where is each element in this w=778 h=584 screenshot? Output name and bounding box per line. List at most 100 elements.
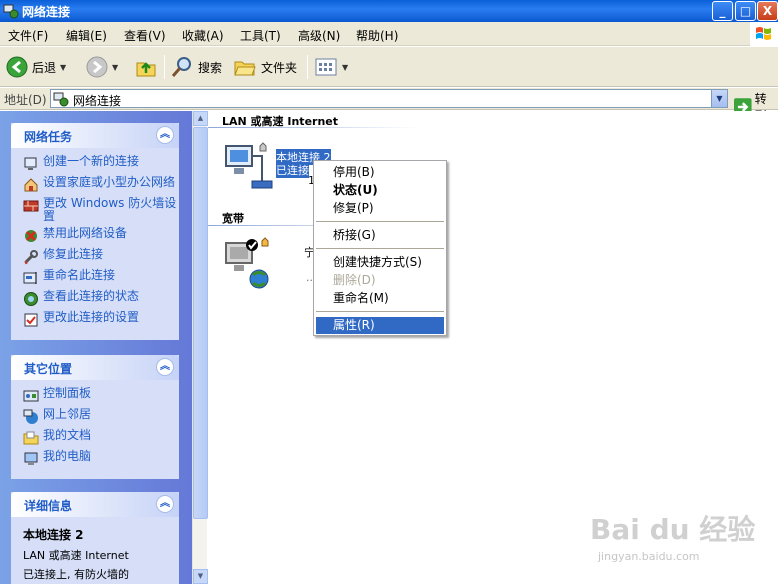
task-create-connection[interactable]: 创建一个新的连接 bbox=[23, 155, 179, 172]
menu-rename[interactable]: 重命名(M) bbox=[316, 290, 444, 307]
details-name: 本地连接 2 bbox=[23, 528, 84, 542]
search-icon bbox=[171, 57, 191, 77]
firewall-icon bbox=[23, 200, 39, 212]
address-label: 地址(D) bbox=[4, 93, 47, 107]
baidu-watermark: Bai du 经验 jingyan.baidu.com bbox=[590, 502, 772, 574]
menu-repair[interactable]: 修复(P) bbox=[316, 200, 444, 217]
control-panel-icon bbox=[23, 390, 39, 402]
place-network-neighborhood[interactable]: 网上邻居 bbox=[23, 408, 179, 425]
details-header[interactable]: 详细信息 ︽ bbox=[11, 492, 179, 517]
address-dropdown-icon[interactable]: ▼ bbox=[711, 90, 727, 107]
new-connection-icon bbox=[24, 157, 37, 170]
task-repair-connection[interactable]: 修复此连接 bbox=[23, 248, 179, 265]
watermark-url: jingyan.baidu.com bbox=[598, 550, 700, 563]
menu-delete: 删除(D) bbox=[333, 273, 376, 287]
group-divider bbox=[208, 127, 418, 128]
status-icon bbox=[24, 292, 38, 306]
task-rename-connection[interactable]: 重命名此连接 bbox=[23, 269, 179, 286]
forward-dropdown-icon[interactable]: ▼ bbox=[112, 63, 118, 72]
details-type: LAN 或高速 Internet bbox=[23, 549, 129, 562]
menu-bar: 文件(F) 编辑(E) 查看(V) 收藏(A) 工具(T) 高级(N) 帮助(H… bbox=[0, 22, 778, 46]
task-disable-device[interactable]: 禁用此网络设备 bbox=[23, 227, 179, 244]
group-broadband-header: 宽带 bbox=[222, 212, 244, 225]
folders-icon bbox=[234, 61, 256, 76]
toolbar-separator bbox=[307, 55, 308, 79]
search-button[interactable]: 搜索 bbox=[170, 53, 222, 81]
task-change-settings[interactable]: 更改此连接的设置 bbox=[23, 311, 179, 328]
menu-favorites[interactable]: 收藏(A) bbox=[182, 27, 224, 44]
connection-status-label: 已连接 bbox=[276, 162, 309, 178]
disable-device-icon bbox=[25, 230, 37, 242]
window-title: 网络连接 bbox=[22, 5, 71, 19]
menu-help[interactable]: 帮助(H) bbox=[356, 27, 398, 44]
views-dropdown-icon[interactable]: ▼ bbox=[342, 63, 348, 72]
views-icon bbox=[315, 58, 337, 76]
menu-separator bbox=[316, 248, 444, 249]
task-setup-home-network[interactable]: 设置家庭或小型办公网络 bbox=[23, 176, 179, 193]
network-connections-icon bbox=[3, 4, 19, 19]
details-panel: 详细信息 ︽ 本地连接 2 LAN 或高速 Internet 已连接上, 有防火… bbox=[11, 492, 179, 584]
address-bar: 地址(D) 网络连接 ▼ 转到 bbox=[0, 88, 778, 123]
menu-properties[interactable]: 属性(R) bbox=[316, 317, 444, 334]
menu-separator bbox=[316, 311, 444, 312]
back-button[interactable]: 后退 ▼ bbox=[6, 53, 66, 81]
task-pane: 网络任务 ︽ 创建一个新的连接 设置家庭或小型办公网络 更改 Windows 防… bbox=[0, 111, 207, 584]
task-pane-scrollbar[interactable]: ▲ ▼ bbox=[192, 111, 208, 584]
collapse-icon[interactable]: ︽ bbox=[156, 358, 174, 376]
toolbar: 后退 ▼ ▼ 搜索 文件夹 ▼ bbox=[0, 47, 778, 87]
network-connections-icon bbox=[53, 92, 69, 107]
settings-check-icon bbox=[24, 313, 38, 327]
network-tasks-header[interactable]: 网络任务 ︽ bbox=[11, 123, 179, 148]
address-input[interactable]: 网络连接 ▼ bbox=[50, 89, 728, 108]
address-value: 网络连接 bbox=[73, 94, 122, 108]
my-documents-icon bbox=[23, 431, 39, 445]
title-bar: 网络连接 _ □ X bbox=[0, 0, 778, 22]
task-firewall-settings[interactable]: 更改 Windows 防火墙设置 bbox=[23, 197, 179, 223]
menu-status[interactable]: 状态(U) bbox=[316, 182, 444, 199]
menu-advanced[interactable]: 高级(N) bbox=[298, 27, 340, 44]
menu-tools[interactable]: 工具(T) bbox=[240, 27, 281, 44]
forward-button[interactable]: ▼ bbox=[86, 53, 118, 81]
forward-arrow-icon bbox=[86, 56, 108, 78]
other-places-header[interactable]: 其它位置 ︽ bbox=[11, 355, 179, 380]
network-tasks-panel: 网络任务 ︽ 创建一个新的连接 设置家庭或小型办公网络 更改 Windows 防… bbox=[11, 123, 179, 340]
close-button[interactable]: X bbox=[757, 1, 778, 21]
watermark-logo: Bai du 经验 bbox=[590, 513, 756, 546]
menu-separator bbox=[316, 221, 444, 222]
maximize-button[interactable]: □ bbox=[735, 1, 756, 21]
folders-button[interactable]: 文件夹 bbox=[233, 53, 297, 81]
up-folder-button[interactable] bbox=[134, 53, 158, 81]
other-places-panel: 其它位置 ︽ 控制面板 网上邻居 我的文档 我的电脑 bbox=[11, 355, 179, 479]
broadband-connection-icon[interactable] bbox=[222, 237, 274, 289]
collapse-icon[interactable]: ︽ bbox=[156, 126, 174, 144]
place-my-documents[interactable]: 我的文档 bbox=[23, 429, 179, 446]
toolbar-separator bbox=[164, 55, 165, 79]
network-neighborhood-icon bbox=[23, 409, 38, 424]
collapse-icon[interactable]: ︽ bbox=[156, 495, 174, 513]
back-dropdown-icon[interactable]: ▼ bbox=[60, 63, 66, 72]
menu-file[interactable]: 文件(F) bbox=[8, 27, 48, 44]
broadband-status-fragment: ·· bbox=[306, 274, 313, 287]
minimize-button[interactable]: _ bbox=[712, 1, 733, 21]
menu-bridge[interactable]: 桥接(G) bbox=[316, 227, 444, 244]
back-arrow-icon bbox=[6, 56, 28, 78]
menu-create-shortcut[interactable]: 创建快捷方式(S) bbox=[316, 254, 444, 271]
rename-icon bbox=[23, 272, 37, 284]
details-status: 已连接上, 有防火墙的 bbox=[23, 568, 129, 581]
menu-edit[interactable]: 编辑(E) bbox=[66, 27, 107, 44]
views-button[interactable]: ▼ bbox=[314, 53, 348, 81]
scroll-thumb[interactable] bbox=[193, 127, 208, 519]
menu-disable[interactable]: 停用(B) bbox=[316, 164, 444, 181]
context-menu: 停用(B) 状态(U) 修复(P) 桥接(G) 创建快捷方式(S) 删除(D) … bbox=[313, 160, 447, 336]
task-view-status[interactable]: 查看此连接的状态 bbox=[23, 290, 179, 307]
menu-view[interactable]: 查看(V) bbox=[124, 27, 166, 44]
place-my-computer[interactable]: 我的电脑 bbox=[23, 450, 179, 467]
repair-wrench-icon bbox=[24, 250, 38, 265]
home-network-icon bbox=[24, 178, 38, 192]
lan-connection-icon[interactable] bbox=[222, 142, 274, 194]
my-computer-icon bbox=[24, 452, 38, 465]
place-control-panel[interactable]: 控制面板 bbox=[23, 387, 179, 404]
scroll-down-icon[interactable]: ▼ bbox=[193, 569, 208, 584]
windows-logo-icon bbox=[750, 22, 778, 46]
scroll-up-icon[interactable]: ▲ bbox=[193, 111, 208, 126]
